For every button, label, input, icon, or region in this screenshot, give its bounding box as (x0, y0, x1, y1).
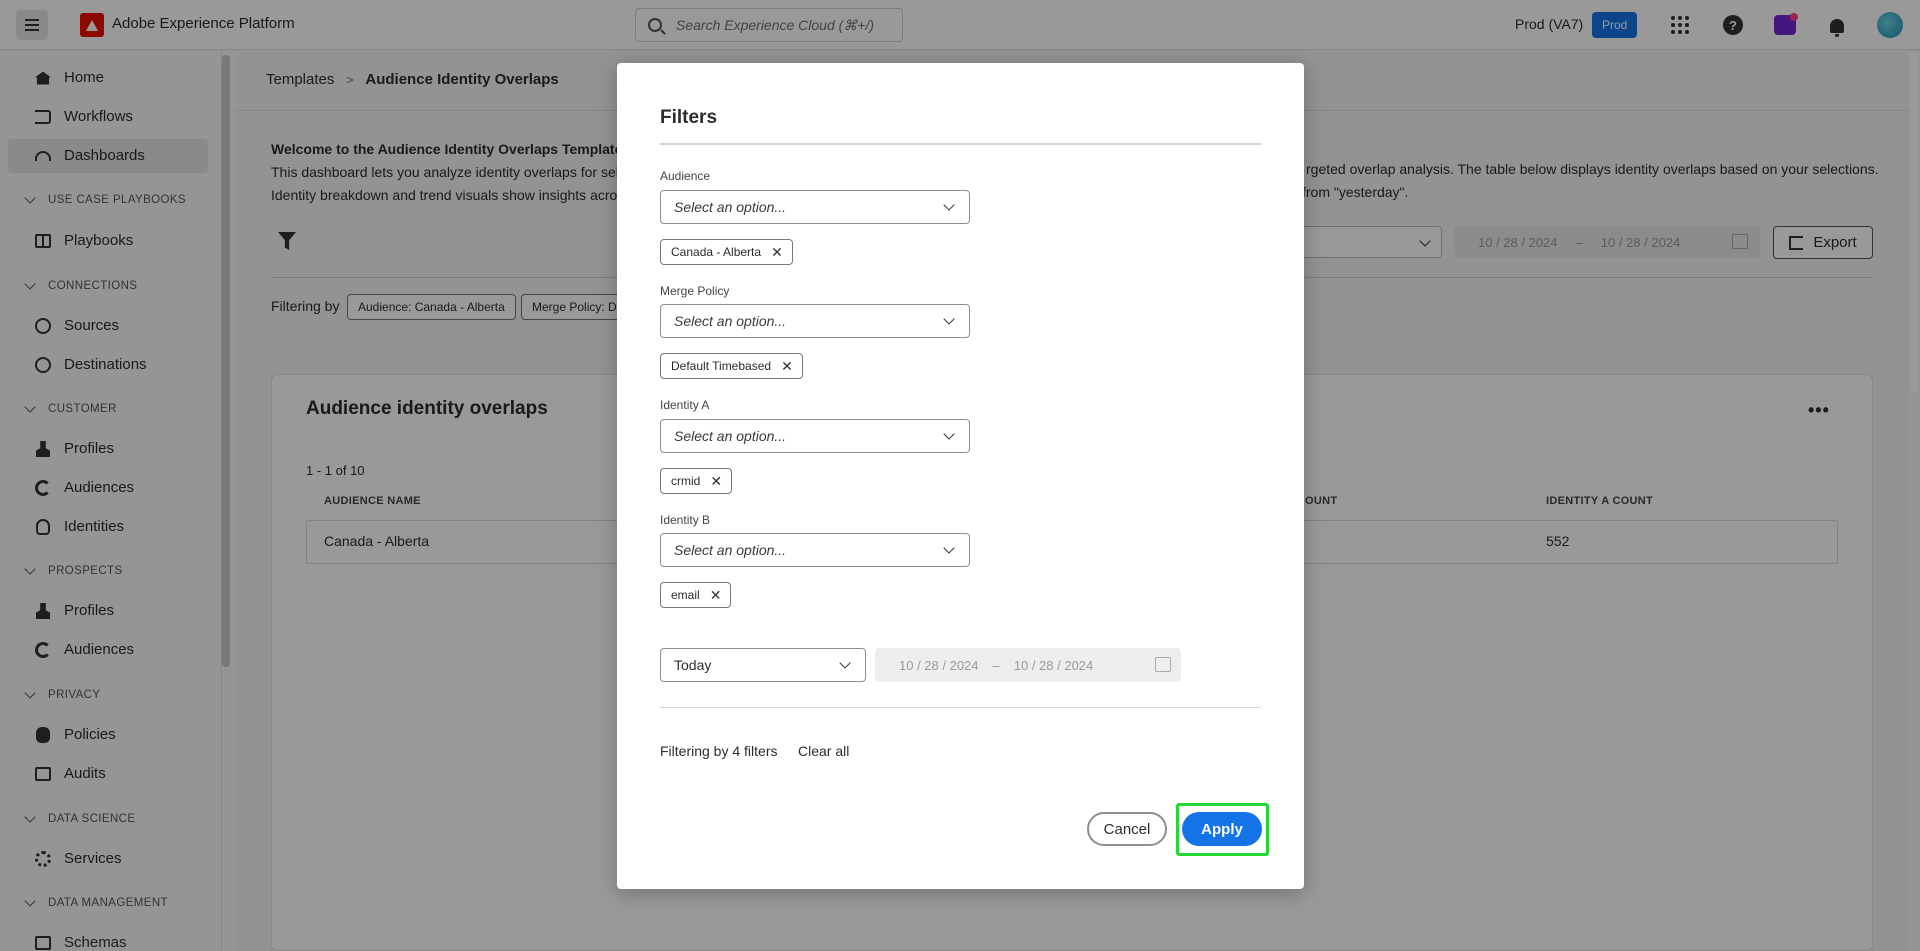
date-range-select[interactable]: Today (660, 648, 866, 682)
close-icon[interactable]: ✕ (781, 359, 793, 373)
chevron-down-icon (943, 428, 955, 440)
close-icon[interactable]: ✕ (710, 588, 722, 602)
close-icon[interactable]: ✕ (771, 245, 783, 259)
identity-b-placeholder: Select an option... (674, 542, 787, 558)
audience-placeholder: Select an option... (674, 199, 787, 215)
chevron-down-icon (943, 199, 955, 211)
apply-button[interactable]: Apply (1182, 812, 1262, 846)
tag-label: Default Timebased (671, 359, 772, 373)
identity-b-tag: email ✕ (660, 582, 732, 608)
cancel-button[interactable]: Cancel (1087, 812, 1167, 846)
divider (660, 707, 1261, 708)
tag-label: Canada - Alberta (671, 245, 762, 259)
filters-dialog: Filters Audience Select an option... Can… (617, 63, 1304, 889)
calendar-icon (1155, 657, 1171, 672)
audience-tag: Canada - Alberta ✕ (660, 239, 793, 265)
merge-policy-picker[interactable]: Select an option... (660, 304, 970, 338)
tag-label: crmid (671, 474, 701, 488)
date-range-field: 10 / 28 / 2024 – 10 / 28 / 2024 (875, 648, 1181, 682)
chevron-down-icon (943, 542, 955, 554)
chevron-down-icon (943, 313, 955, 325)
clear-all-button[interactable]: Clear all (798, 743, 849, 759)
audience-picker[interactable]: Select an option... (660, 190, 970, 224)
divider (660, 143, 1261, 145)
identity-b-picker[interactable]: Select an option... (660, 533, 970, 567)
identity-a-label: Identity A (660, 398, 710, 412)
audience-label: Audience (660, 169, 711, 183)
identity-a-picker[interactable]: Select an option... (660, 419, 970, 453)
close-icon[interactable]: ✕ (710, 474, 722, 488)
dialog-title: Filters (660, 107, 718, 128)
merge-policy-placeholder: Select an option... (674, 313, 787, 329)
identity-a-tag: crmid ✕ (660, 468, 733, 494)
date-end: 10 / 28 / 2024 (1013, 657, 1094, 673)
identity-b-label: Identity B (660, 513, 711, 527)
page-scrollbar[interactable] (1910, 52, 1918, 392)
tag-label: email (671, 588, 700, 602)
date-start: 10 / 28 / 2024 (899, 657, 979, 673)
identity-a-placeholder: Select an option... (674, 428, 787, 444)
date-range-value: Today (674, 657, 712, 673)
filter-count: Filtering by 4 filters (660, 743, 778, 759)
merge-policy-label: Merge Policy (660, 284, 730, 298)
merge-policy-tag: Default Timebased ✕ (660, 353, 803, 379)
chevron-down-icon (839, 657, 851, 669)
date-separator: – (992, 657, 1000, 673)
